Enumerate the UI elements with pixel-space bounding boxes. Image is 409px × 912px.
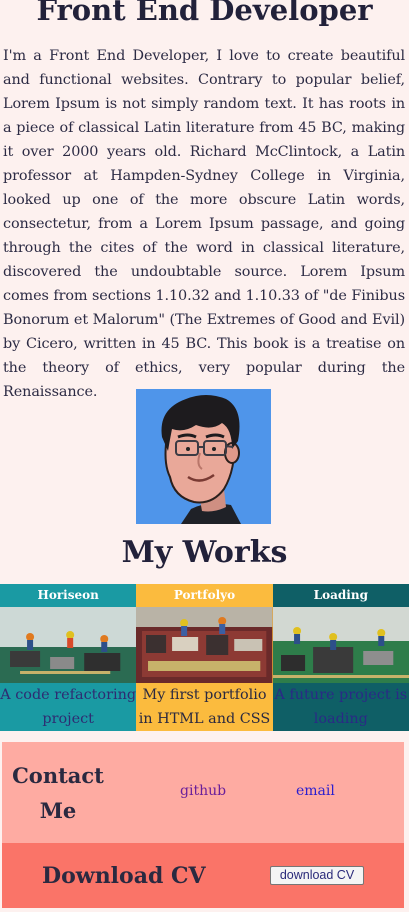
bio-paragraph: I'm a Front End Developer, I love to cre… bbox=[3, 48, 405, 400]
work-description: My first portfolio in HTML and CSS bbox=[138, 687, 271, 727]
works-gallery: Horiseon A code refactoring project Port… bbox=[0, 584, 409, 731]
work-label: Loading bbox=[272, 584, 409, 607]
work-description: A code refactoring project bbox=[0, 687, 137, 727]
download-section: Download CV download CV bbox=[2, 843, 404, 908]
work-label: Horiseon bbox=[0, 584, 137, 607]
contact-section: Contact Me github email bbox=[2, 742, 404, 843]
circuit-board-image bbox=[136, 607, 273, 683]
email-link[interactable]: email bbox=[296, 783, 335, 799]
work-label: Portfolyo bbox=[136, 584, 273, 607]
work-card-horiseon[interactable]: Horiseon A code refactoring project bbox=[0, 584, 137, 731]
work-description: A future project is loading bbox=[274, 687, 408, 727]
work-card-loading[interactable]: Loading A future project is loading bbox=[272, 584, 409, 731]
download-heading: Download CV bbox=[42, 863, 206, 889]
github-link[interactable]: github bbox=[180, 783, 226, 799]
circuit-board-image bbox=[272, 607, 409, 683]
contact-heading: Contact Me bbox=[12, 763, 104, 823]
circuit-board-image bbox=[0, 607, 137, 683]
avatar-illustration bbox=[136, 389, 271, 524]
works-heading: My Works bbox=[121, 535, 288, 570]
page-title: Front End Developer bbox=[36, 0, 373, 27]
download-cv-button[interactable]: download CV bbox=[270, 866, 364, 885]
profile-avatar bbox=[136, 389, 271, 524]
work-card-portfolyo[interactable]: Portfolyo My first portfolio in HTML and… bbox=[136, 584, 273, 731]
